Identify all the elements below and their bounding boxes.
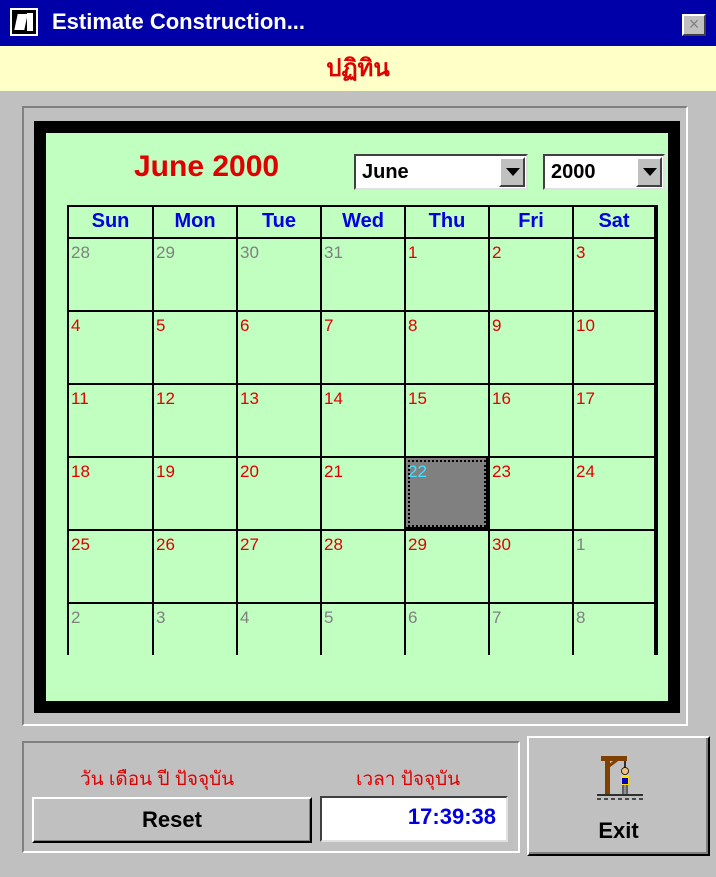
calendar-day[interactable]: 8 [574, 604, 654, 675]
calendar-day[interactable]: 24 [574, 458, 654, 529]
calendar-day[interactable]: 29 [406, 531, 488, 602]
calendar-day[interactable]: 3 [154, 604, 236, 675]
calendar-day[interactable]: 29 [154, 239, 236, 310]
exit-button[interactable]: Exit [527, 736, 710, 856]
calendar-day[interactable]: 3 [574, 239, 654, 310]
exit-label: Exit [598, 818, 639, 843]
calendar-day[interactable]: 2 [490, 239, 572, 310]
weekday-header-6: Sat [574, 207, 654, 237]
calendar-day[interactable]: 23 [490, 458, 572, 529]
calendar-day[interactable]: 9 [490, 312, 572, 383]
calendar-day[interactable]: 20 [238, 458, 320, 529]
calendar-day[interactable]: 5 [322, 604, 404, 675]
calendar-day[interactable]: 30 [238, 239, 320, 310]
calendar-title: June 2000 [134, 150, 280, 183]
weekday-header-4: Thu [406, 207, 488, 237]
calendar-day[interactable]: 19 [154, 458, 236, 529]
year-dropdown-arrow-icon[interactable] [636, 157, 662, 187]
month-select-value: June [362, 161, 409, 183]
calendar-day[interactable]: 2 [69, 604, 152, 675]
calendar-day[interactable]: 4 [69, 312, 152, 383]
weekday-header-2: Tue [238, 207, 320, 237]
current-date-label: วัน เดือน ปี ปัจจุบัน [80, 769, 235, 790]
calendar-day[interactable]: 21 [322, 458, 404, 529]
calendar-day[interactable]: 31 [322, 239, 404, 310]
month-select[interactable]: June [354, 154, 528, 190]
calendar-day[interactable]: 4 [238, 604, 320, 675]
calendar-day[interactable]: 5 [154, 312, 236, 383]
calendar-day[interactable]: 27 [238, 531, 320, 602]
reset-button[interactable]: Reset [32, 797, 312, 843]
calendar-day[interactable]: 7 [490, 604, 572, 675]
weekday-header-1: Mon [154, 207, 236, 237]
calendar-day[interactable]: 6 [406, 604, 488, 675]
year-select[interactable]: 2000 [543, 154, 665, 190]
calendar-day-selected[interactable]: 22 [406, 458, 488, 529]
calendar-day[interactable]: 26 [154, 531, 236, 602]
calendar-day[interactable]: 10 [574, 312, 654, 383]
weekday-header-5: Fri [490, 207, 572, 237]
calendar-day[interactable]: 18 [69, 458, 152, 529]
close-icon: × [688, 14, 700, 34]
app-icon[interactable] [10, 8, 38, 36]
calendar-day[interactable]: 13 [238, 385, 320, 456]
calendar-day[interactable]: 1 [574, 531, 654, 602]
calendar-day[interactable]: 25 [69, 531, 152, 602]
year-select-value: 2000 [551, 161, 596, 183]
current-time-label: เวลา ปัจจุบัน [356, 769, 461, 790]
current-time-display: 17:39:38 [320, 796, 508, 842]
calendar-day[interactable]: 16 [490, 385, 572, 456]
calendar-day[interactable]: 7 [322, 312, 404, 383]
calendar-day[interactable]: 14 [322, 385, 404, 456]
calendar-day[interactable]: 6 [238, 312, 320, 383]
calendar-day[interactable]: 15 [406, 385, 488, 456]
weekday-header-3: Wed [322, 207, 404, 237]
weekday-header-0: Sun [69, 207, 152, 237]
title-bar[interactable]: Estimate Construction... × [0, 0, 716, 46]
window-title: Estimate Construction... [52, 9, 306, 34]
calendar-day[interactable]: 12 [154, 385, 236, 456]
page-banner: ปฏิทิน [0, 46, 716, 91]
calendar-day[interactable]: 28 [322, 531, 404, 602]
close-button[interactable]: × [682, 14, 706, 36]
calendar-day[interactable]: 28 [69, 239, 152, 310]
calendar-day[interactable]: 8 [406, 312, 488, 383]
calendar-day[interactable]: 1 [406, 239, 488, 310]
calendar-grid: Sun Mon Tue Wed Thu Fri Sat 28 29 30 31 1 2 3 4 5 6 7 8 9 10… [67, 205, 658, 675]
calendar-day[interactable]: 11 [69, 385, 152, 456]
calendar-day[interactable]: 30 [490, 531, 572, 602]
month-dropdown-arrow-icon[interactable] [499, 157, 525, 187]
gallows-exit-icon [597, 756, 643, 800]
calendar-day[interactable]: 17 [574, 385, 654, 456]
